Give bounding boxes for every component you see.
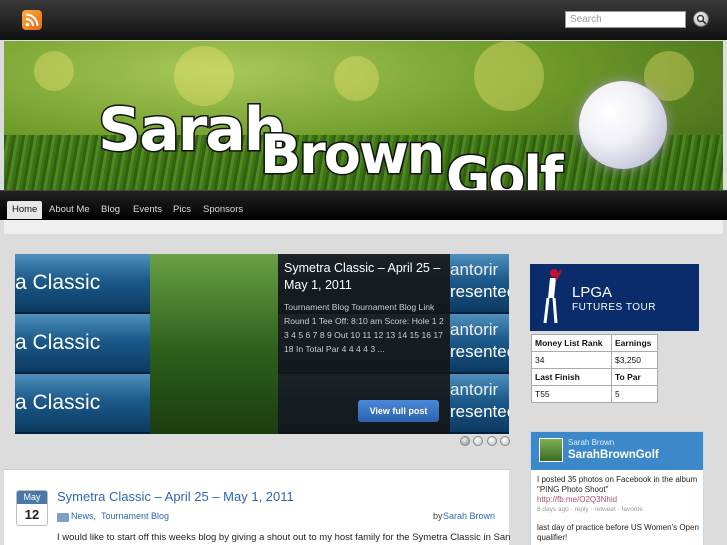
slider-dot[interactable] [473,436,483,446]
post-category: News, [71,511,96,521]
slide-title[interactable]: Symetra Classic – April 25 – May 1, 2011 [284,260,444,294]
avatar[interactable] [539,438,563,462]
tweet-text: I posted 35 photos on Facebook in the al… [537,475,698,494]
bokeh-light [474,41,544,111]
top-bar [0,0,727,40]
tweet-meta[interactable]: 6 days ago · reply · retweet · favorite [537,506,643,513]
bokeh-light [34,51,74,91]
slide-image-text: resenteo [450,402,509,421]
nav-item-blog[interactable]: Blog [96,201,125,219]
search-icon[interactable] [693,11,709,27]
byline-label: by [433,511,443,521]
slide-image-text: resenteo [450,342,509,361]
stats-cell: $3,250 [611,351,658,369]
rss-icon[interactable] [22,10,42,30]
stats-cell: T55 [531,385,612,403]
nav-item-sponsors[interactable]: Sponsors [198,201,248,219]
stats-header: Money List Rank [531,334,612,352]
table-row: 34 $3,250 [531,351,658,369]
golf-ball-image [579,81,667,169]
slider-dot[interactable] [460,436,470,446]
tweet-link[interactable]: http://fb.me/O2Q3Nhid [537,495,617,504]
author-link[interactable]: Sarah Brown [443,511,495,521]
stats-header: Earnings [611,334,658,352]
category-link-tournament-blog[interactable]: Tournament Blog [101,511,169,521]
golf-course-image [150,254,278,434]
table-row: Last Finish To Par [531,368,658,386]
stats-cell: 34 [531,351,612,369]
main-nav: Home About Me Blog Events Pics Sponsors [0,190,727,220]
slider-dot[interactable] [500,436,510,446]
bokeh-light [334,56,379,101]
post-day: 12 [24,507,40,522]
site-title-word: Golf [444,144,564,191]
slide-image-text: antorir [450,260,499,279]
slide-image-text: a Classic [15,271,101,294]
nav-item-events[interactable]: Events [128,201,167,219]
lpga-futures-tour-logo[interactable]: LPGA FUTURES TOUR [530,264,699,331]
nav-item-home[interactable]: Home [7,201,43,219]
stats-cell: 5 [611,385,658,403]
blog-post: May 12 Symetra Classic – April 25 – May … [4,469,511,545]
slide-image-text: a Classic [15,331,101,354]
site-title-word: Brown [258,122,446,188]
stats-header: To Par [611,368,658,386]
stats-table: Money List Rank Earnings 34 $3,250 Last … [531,334,658,403]
slide-image-text: resenteo [450,282,509,301]
sub-nav-bar [4,220,723,234]
futures-tour-text: FUTURES TOUR [572,302,656,313]
post-month: May [17,491,47,504]
table-row: T55 5 [531,385,658,403]
twitter-handle[interactable]: SarahBrownGolf [568,449,659,461]
slide-excerpt: Tournament Blog Tournament Blog Link Rou… [284,302,444,354]
stats-header: Last Finish [531,368,612,386]
folder-icon [57,513,69,522]
twitter-header: Sarah Brown SarahBrownGolf [531,432,703,470]
lpga-logo-text: LPGA [572,284,613,301]
golfer-logo-icon [543,269,562,324]
category-link-news[interactable]: News [71,511,94,521]
slide-image-text: a Classic [15,391,101,414]
featured-slider[interactable]: a Classic antorir resenteo a Classic ant… [15,254,509,434]
slide-image-text: antorir [450,380,499,399]
twitter-name[interactable]: Sarah Brown [568,438,614,447]
tweet-text: last day of practice before US Women's O… [537,523,699,542]
table-row: Money List Rank Earnings [531,334,658,352]
site-title-word: Sarah [97,94,288,167]
view-full-post-button[interactable]: View full post [358,400,439,422]
category-separator: , [93,511,97,521]
header-banner[interactable]: Sarah Brown Golf [4,41,723,190]
slider-dot[interactable] [487,436,497,446]
search-input[interactable] [565,11,686,28]
post-title[interactable]: Symetra Classic – April 25 – May 1, 2011 [57,489,294,504]
slide-image-text: antorir [450,320,499,339]
post-date-badge: May 12 [16,490,48,526]
nav-item-pics[interactable]: Pics [168,201,196,219]
twitter-widget: Sarah Brown SarahBrownGolf I posted 35 p… [530,431,704,545]
nav-item-about-me[interactable]: About Me [44,201,95,219]
post-excerpt: I would like to start off this weeks blo… [57,532,511,543]
